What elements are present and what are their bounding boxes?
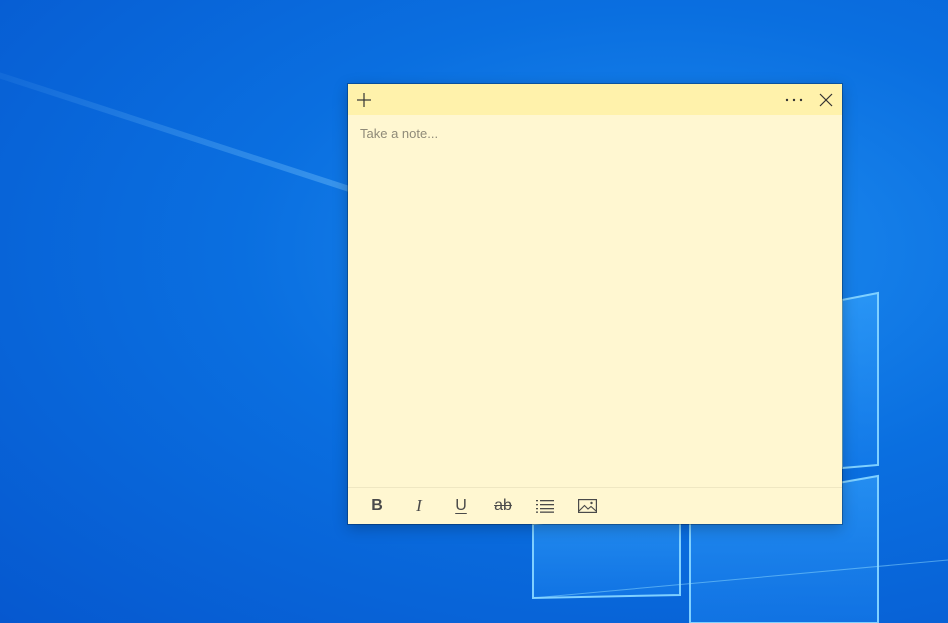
underline-button[interactable]: U bbox=[440, 491, 482, 521]
sticky-note-window: B I U ab bbox=[348, 84, 842, 524]
plus-icon bbox=[357, 92, 371, 107]
more-icon bbox=[785, 98, 803, 101]
bold-button[interactable]: B bbox=[356, 491, 398, 521]
image-icon bbox=[577, 499, 597, 513]
strikethrough-button[interactable]: ab bbox=[482, 491, 524, 521]
formatting-toolbar: B I U ab bbox=[348, 487, 842, 524]
note-titlebar[interactable] bbox=[348, 84, 842, 115]
insert-image-button[interactable] bbox=[566, 491, 608, 521]
menu-button[interactable] bbox=[778, 84, 810, 115]
close-icon bbox=[819, 93, 833, 106]
note-text-input[interactable] bbox=[360, 126, 830, 141]
italic-button[interactable]: I bbox=[398, 491, 440, 521]
new-note-button[interactable] bbox=[348, 84, 380, 115]
bullet-list-icon bbox=[536, 500, 554, 513]
bullet-list-button[interactable] bbox=[524, 491, 566, 521]
close-button[interactable] bbox=[810, 84, 842, 115]
note-body[interactable] bbox=[360, 126, 830, 456]
